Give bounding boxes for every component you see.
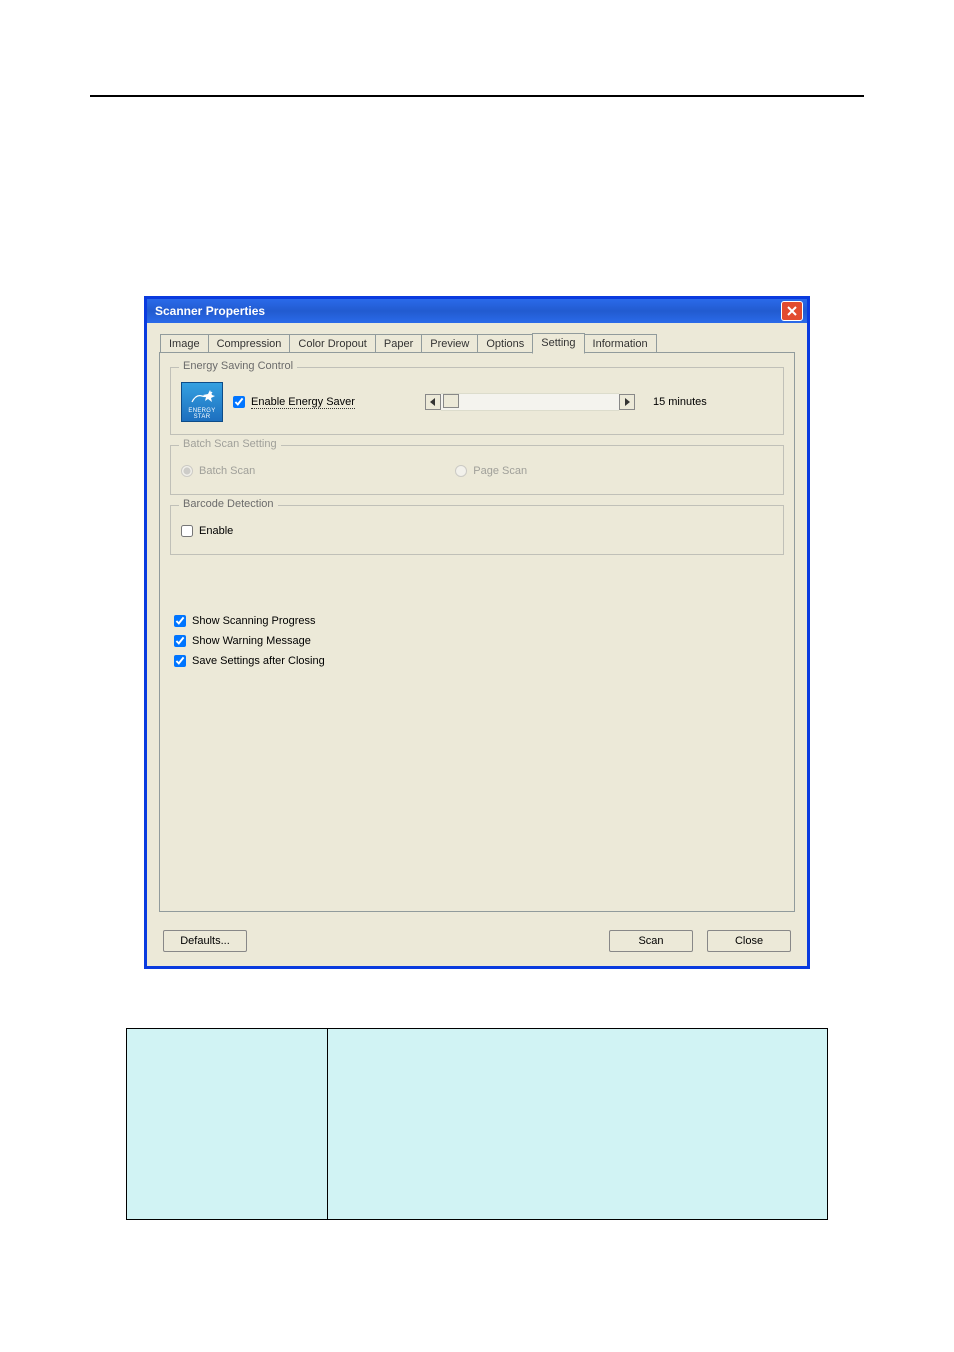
tab-paper[interactable]: Paper bbox=[375, 334, 422, 353]
tab-compression[interactable]: Compression bbox=[208, 334, 291, 353]
scanner-properties-dialog: Scanner Properties Image Compression Col… bbox=[145, 297, 809, 968]
slider-left-arrow-icon[interactable] bbox=[425, 394, 441, 410]
tab-preview[interactable]: Preview bbox=[421, 334, 478, 353]
show-warning-message-label: Show Warning Message bbox=[192, 635, 311, 647]
barcode-enable-label: Enable bbox=[199, 525, 233, 537]
group-energy-saving: Energy Saving Control ENERGY STAR Enable… bbox=[170, 367, 784, 435]
dialog-title: Scanner Properties bbox=[155, 304, 265, 318]
tab-label: Color Dropout bbox=[298, 338, 366, 350]
tab-label: Options bbox=[486, 338, 524, 350]
group-title-energy: Energy Saving Control bbox=[179, 360, 297, 372]
save-settings-after-closing-checkbox[interactable] bbox=[174, 655, 186, 667]
dialog-button-row: Defaults... Scan Close bbox=[159, 930, 795, 952]
button-label: Defaults... bbox=[180, 935, 230, 947]
tab-label: Compression bbox=[217, 338, 282, 350]
slider-track[interactable] bbox=[441, 393, 619, 411]
dialog-body: Image Compression Color Dropout Paper Pr… bbox=[147, 323, 807, 966]
close-button[interactable]: Close bbox=[707, 930, 791, 952]
group-batch-scan: Batch Scan Setting Batch Scan Page Scan bbox=[170, 445, 784, 495]
tab-color-dropout[interactable]: Color Dropout bbox=[289, 334, 375, 353]
save-settings-after-closing-label: Save Settings after Closing bbox=[192, 655, 325, 667]
misc-options: Show Scanning Progress Show Warning Mess… bbox=[174, 615, 784, 667]
enable-energy-saver-checkbox[interactable] bbox=[233, 396, 245, 408]
button-label: Close bbox=[735, 935, 763, 947]
scan-button[interactable]: Scan bbox=[609, 930, 693, 952]
button-label: Scan bbox=[638, 935, 663, 947]
page-scan-label: Page Scan bbox=[473, 465, 527, 477]
tab-label: Information bbox=[593, 338, 648, 350]
group-barcode-detection: Barcode Detection Enable bbox=[170, 505, 784, 555]
tab-label: Preview bbox=[430, 338, 469, 350]
info-table-col1 bbox=[127, 1029, 328, 1219]
show-scanning-progress-label: Show Scanning Progress bbox=[192, 615, 316, 627]
tab-information[interactable]: Information bbox=[584, 334, 657, 353]
energy-star-label: ENERGY STAR bbox=[182, 408, 222, 420]
barcode-enable-checkbox[interactable] bbox=[181, 525, 193, 537]
tab-label: Paper bbox=[384, 338, 413, 350]
energy-star-icon: ENERGY STAR bbox=[181, 382, 223, 422]
batch-scan-radio bbox=[181, 465, 193, 477]
tab-label: Image bbox=[169, 338, 200, 350]
energy-saver-slider[interactable] bbox=[425, 394, 635, 410]
info-table-col2 bbox=[328, 1029, 827, 1219]
tab-setting[interactable]: Setting bbox=[532, 333, 584, 354]
tab-options[interactable]: Options bbox=[477, 334, 533, 353]
slider-thumb[interactable] bbox=[443, 394, 459, 408]
group-title-batch: Batch Scan Setting bbox=[179, 438, 281, 450]
page-scan-radio bbox=[455, 465, 467, 477]
slider-right-arrow-icon[interactable] bbox=[619, 394, 635, 410]
tabstrip: Image Compression Color Dropout Paper Pr… bbox=[159, 333, 795, 353]
tab-image[interactable]: Image bbox=[160, 334, 209, 353]
dialog-titlebar: Scanner Properties bbox=[147, 299, 807, 323]
enable-energy-saver-label: Enable Energy Saver bbox=[251, 396, 355, 409]
energy-saver-value: 15 minutes bbox=[653, 396, 707, 408]
group-title-barcode: Barcode Detection bbox=[179, 498, 278, 510]
defaults-button[interactable]: Defaults... bbox=[163, 930, 247, 952]
page-top-rule bbox=[90, 95, 864, 97]
close-icon[interactable] bbox=[781, 301, 803, 321]
tab-label: Setting bbox=[541, 337, 575, 349]
info-table bbox=[126, 1028, 828, 1220]
tab-panel-setting: Energy Saving Control ENERGY STAR Enable… bbox=[159, 352, 795, 912]
batch-scan-label: Batch Scan bbox=[199, 465, 255, 477]
show-scanning-progress-checkbox[interactable] bbox=[174, 615, 186, 627]
show-warning-message-checkbox[interactable] bbox=[174, 635, 186, 647]
